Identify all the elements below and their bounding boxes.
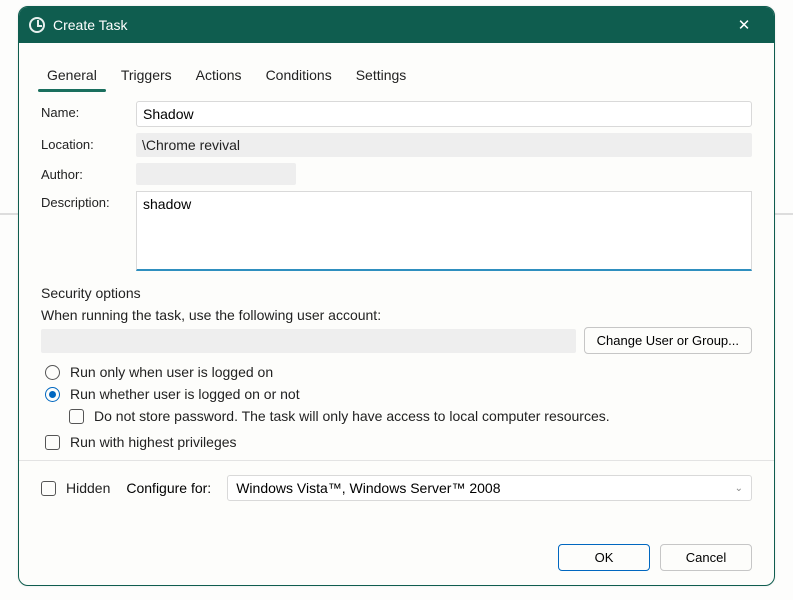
close-icon: ✕ — [738, 16, 751, 34]
description-label: Description: — [41, 191, 136, 210]
location-label: Location: — [41, 133, 136, 152]
clock-icon — [29, 17, 45, 33]
cancel-button[interactable]: Cancel — [660, 544, 752, 571]
checkbox-do-not-store-password[interactable]: Do not store password. The task will onl… — [69, 408, 752, 424]
checkbox-label: Hidden — [66, 480, 110, 496]
radio-label: Run only when user is logged on — [70, 364, 273, 380]
name-label: Name: — [41, 101, 136, 120]
radio-icon — [45, 387, 60, 402]
chevron-down-icon: ⌄ — [735, 483, 743, 494]
close-button[interactable]: ✕ — [724, 11, 764, 39]
window-title: Create Task — [53, 17, 724, 33]
security-heading: Security options — [41, 285, 752, 301]
radio-label: Run whether user is logged on or not — [70, 386, 300, 402]
user-account-value — [41, 329, 576, 353]
checkbox-label: Run with highest privileges — [70, 434, 237, 450]
create-task-window: Create Task ✕ General Triggers Actions C… — [18, 6, 775, 586]
radio-icon — [45, 365, 60, 380]
tab-conditions[interactable]: Conditions — [254, 61, 344, 91]
divider — [19, 460, 774, 461]
name-input[interactable] — [136, 101, 752, 127]
author-value — [136, 163, 296, 185]
author-label: Author: — [41, 163, 136, 182]
checkbox-highest-privileges[interactable]: Run with highest privileges — [45, 434, 752, 450]
dialog-footer: OK Cancel — [558, 544, 752, 571]
select-value: Windows Vista™, Windows Server™ 2008 — [236, 480, 500, 496]
ok-button[interactable]: OK — [558, 544, 650, 571]
description-input[interactable] — [136, 191, 752, 271]
tab-strip: General Triggers Actions Conditions Sett… — [19, 43, 774, 91]
radio-run-whether-logged-on[interactable]: Run whether user is logged on or not — [45, 386, 752, 402]
tab-actions[interactable]: Actions — [184, 61, 254, 91]
checkbox-icon — [45, 435, 60, 450]
tab-general[interactable]: General — [35, 61, 109, 91]
titlebar: Create Task ✕ — [19, 7, 774, 43]
configure-for-select[interactable]: Windows Vista™, Windows Server™ 2008 ⌄ — [227, 475, 752, 501]
radio-run-only-logged-on[interactable]: Run only when user is logged on — [45, 364, 752, 380]
change-user-button[interactable]: Change User or Group... — [584, 327, 752, 354]
location-value: \Chrome revival — [136, 133, 752, 157]
checkbox-hidden[interactable]: Hidden — [41, 480, 110, 496]
checkbox-icon — [69, 409, 84, 424]
configure-for-label: Configure for: — [126, 480, 211, 496]
tab-settings[interactable]: Settings — [344, 61, 419, 91]
checkbox-icon — [41, 481, 56, 496]
tab-triggers[interactable]: Triggers — [109, 61, 184, 91]
checkbox-label: Do not store password. The task will onl… — [94, 408, 610, 424]
general-panel: Name: Location: \Chrome revival Author: … — [19, 91, 774, 501]
security-prompt: When running the task, use the following… — [41, 307, 752, 323]
